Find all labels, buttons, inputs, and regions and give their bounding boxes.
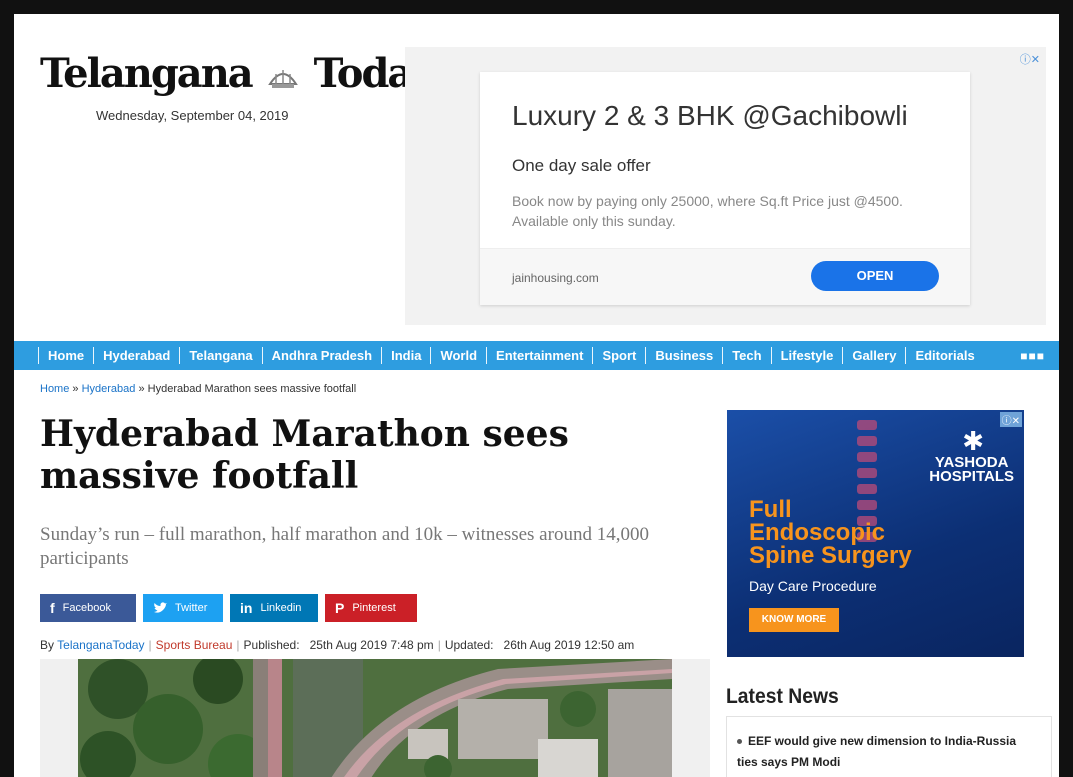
published-date: 25th Aug 2019 7:48 pm bbox=[309, 638, 434, 652]
breadcrumb-separator: » bbox=[135, 383, 148, 395]
updated-date: 26th Aug 2019 12:50 am bbox=[503, 638, 635, 652]
twitter-icon bbox=[154, 602, 167, 613]
ad-footer: jainhousing.com OPEN bbox=[480, 248, 970, 305]
main-navigation: Home Hyderabad Telangana Andhra Pradesh … bbox=[14, 341, 1059, 370]
know-more-button[interactable]: KNOW MORE bbox=[749, 608, 839, 632]
facebook-share-button[interactable]: f Facebook bbox=[40, 594, 136, 622]
ad-domain: jainhousing.com bbox=[512, 271, 599, 285]
ad-headline-line-2: Endoscopic bbox=[749, 519, 886, 546]
latest-news-item[interactable]: EEF would give new dimension to India-Ru… bbox=[737, 731, 1037, 773]
article-subheadline: Sunday’s run – full marathon, half marat… bbox=[40, 524, 649, 569]
facebook-icon: f bbox=[50, 600, 55, 616]
facebook-share-label: Facebook bbox=[62, 602, 111, 614]
adchoices-icon[interactable]: ⓘ✕ bbox=[1020, 51, 1040, 67]
updated-label: Updated: bbox=[444, 638, 494, 652]
ad-subtitle: One day sale offer bbox=[512, 156, 651, 175]
top-advertisement[interactable]: ⓘ✕ Luxury 2 & 3 BHK @Gachibowli One day … bbox=[405, 47, 1046, 325]
ad-headline-line-3: Spine Surgery bbox=[749, 542, 912, 569]
ad-card[interactable]: Luxury 2 & 3 BHK @Gachibowli One day sal… bbox=[480, 72, 970, 305]
ad-headline: Full Endoscopic Spine Surgery bbox=[749, 496, 912, 569]
share-buttons: f Facebook Twitter in Linkedin P Pintere… bbox=[40, 594, 417, 622]
ad-title: Luxury 2 & 3 BHK @Gachibowli bbox=[512, 100, 908, 131]
site-logo[interactable]: Telangana Today bbox=[40, 50, 435, 97]
article-byline: By TelanganaToday | Sports Bureau | Publishe… bbox=[40, 638, 635, 652]
more-menu-icon[interactable]: ■■■ bbox=[1020, 349, 1045, 363]
latest-news-list: EEF would give new dimension to India-Ru… bbox=[726, 716, 1052, 777]
latest-news-heading: Latest News bbox=[726, 685, 839, 708]
nav-item-world[interactable]: World bbox=[430, 347, 486, 364]
published-label: Published: bbox=[243, 638, 300, 652]
marathon-aerial-photo[interactable] bbox=[78, 659, 672, 777]
nav-item-andhra-pradesh[interactable]: Andhra Pradesh bbox=[261, 347, 381, 364]
nav-item-entertainment[interactable]: Entertainment bbox=[486, 347, 592, 364]
bullet-icon bbox=[737, 739, 742, 745]
pinterest-share-button[interactable]: P Pinterest bbox=[325, 594, 417, 622]
nav-item-india[interactable]: India bbox=[381, 347, 430, 364]
linkedin-share-button[interactable]: in Linkedin bbox=[230, 594, 318, 622]
nav-item-home[interactable]: Home bbox=[38, 347, 93, 364]
nav-item-business[interactable]: Business bbox=[645, 347, 722, 364]
breadcrumb-current: Hyderabad Marathon sees massive footfall bbox=[147, 383, 357, 395]
nav-item-sport[interactable]: Sport bbox=[592, 347, 645, 364]
twitter-share-label: Twitter bbox=[175, 602, 208, 614]
nav-item-gallery[interactable]: Gallery bbox=[842, 347, 905, 364]
latest-news-link[interactable]: EEF would give new dimension to India-Ru… bbox=[737, 734, 1016, 769]
logo-text-left: Telangana bbox=[40, 50, 254, 97]
nav-item-tech[interactable]: Tech bbox=[722, 347, 770, 364]
browser-viewport: Telangana Today Wednesday, September 04,… bbox=[8, 8, 1065, 777]
nav-item-hyderabad[interactable]: Hyderabad bbox=[93, 347, 179, 364]
twitter-share-button[interactable]: Twitter bbox=[143, 594, 223, 622]
nav-item-editorials[interactable]: Editorials bbox=[905, 347, 983, 364]
breadcrumb: Home » Hyderabad » Hyderabad Marathon se… bbox=[40, 383, 356, 395]
yashoda-logo-icon: ✱ bbox=[962, 426, 984, 456]
linkedin-share-label: Linkedin bbox=[260, 602, 302, 614]
ad-description: Book now by paying only 25000, where Sq.… bbox=[512, 193, 903, 229]
hospital-brand: YASHODA HOSPITALS bbox=[929, 455, 1014, 485]
byline-by: By bbox=[40, 638, 55, 652]
author-link[interactable]: TelanganaToday bbox=[57, 638, 144, 652]
nav-item-telangana[interactable]: Telangana bbox=[179, 347, 261, 364]
pinterest-icon: P bbox=[335, 600, 345, 616]
nav-item-lifestyle[interactable]: Lifestyle bbox=[770, 347, 843, 364]
bureau-link[interactable]: Sports Bureau bbox=[156, 638, 233, 652]
breadcrumb-section[interactable]: Hyderabad bbox=[82, 383, 136, 395]
article-headline: Hyderabad Marathon sees massive footfall bbox=[40, 413, 569, 497]
breadcrumb-home[interactable]: Home bbox=[40, 383, 69, 395]
current-date: Wednesday, September 04, 2019 bbox=[96, 108, 289, 123]
ad-headline-line-1: Full bbox=[749, 496, 792, 523]
ad-close-icon[interactable]: ⓘ✕ bbox=[999, 412, 1022, 427]
pinterest-share-label: Pinterest bbox=[352, 602, 396, 614]
ad-tagline: Day Care Procedure bbox=[749, 578, 877, 594]
ad-open-button[interactable]: OPEN bbox=[811, 261, 939, 291]
article-image-container bbox=[40, 659, 710, 777]
side-advertisement[interactable]: ⓘ✕ ✱ YASHODA HOSPITALS Full Endoscopic S… bbox=[727, 410, 1024, 657]
brand-line-2: HOSPITALS bbox=[929, 468, 1014, 485]
linkedin-icon: in bbox=[240, 600, 253, 616]
emblem-icon bbox=[267, 70, 298, 88]
breadcrumb-separator: » bbox=[69, 383, 82, 395]
